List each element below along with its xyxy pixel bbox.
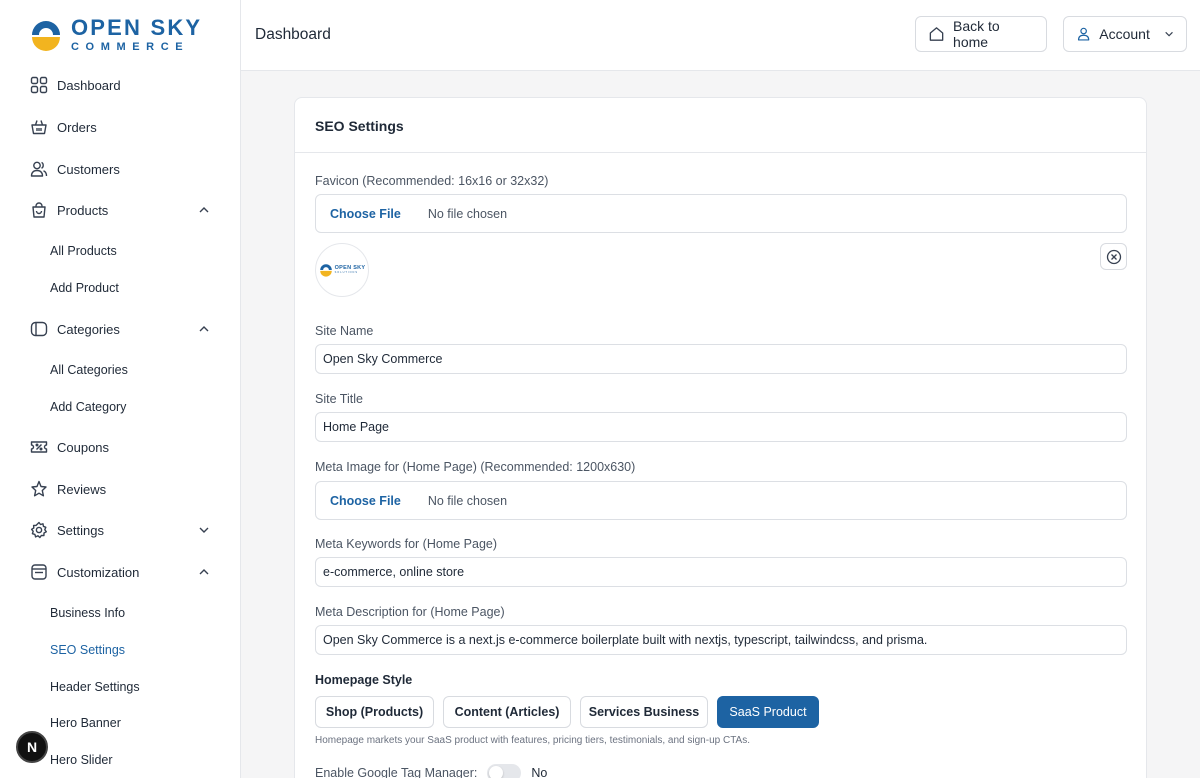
style-content-button[interactable]: Content (Articles) xyxy=(443,696,571,728)
sidebar-item-label: Dashboard xyxy=(57,77,121,93)
sidebar-subitem-header-settings[interactable]: Header Settings xyxy=(50,680,140,694)
sidebar-item-products[interactable]: Products xyxy=(29,196,214,224)
card-divider xyxy=(295,152,1146,153)
sidebar-item-categories[interactable]: Categories xyxy=(29,315,214,343)
coupon-icon xyxy=(29,437,49,457)
sidebar-item-label: Categories xyxy=(57,321,120,337)
seo-settings-card: SEO Settings Favicon (Recommended: 16x16… xyxy=(294,97,1147,778)
sidebar-subitem-seo-settings[interactable]: SEO Settings xyxy=(50,643,125,657)
sidebar: OPEN SKY COMMERCE Dashboard Orders Custo… xyxy=(0,0,241,778)
sidebar-item-customers[interactable]: Customers xyxy=(29,155,214,183)
style-helper-text: Homepage markets your SaaS product with … xyxy=(315,735,751,746)
nextjs-dev-badge[interactable]: N xyxy=(16,731,48,763)
sidebar-item-label: Settings xyxy=(57,522,104,538)
meta-image-file-input[interactable]: Choose File No file chosen xyxy=(315,481,1127,520)
shopping-bag-icon xyxy=(29,200,49,220)
remove-favicon-button[interactable] xyxy=(1100,243,1127,270)
top-header: Dashboard Back to home Account xyxy=(241,0,1200,71)
back-to-home-label: Back to home xyxy=(953,18,1000,50)
meta-description-label: Meta Description for (Home Page) xyxy=(315,605,505,619)
sidebar-subitem-hero-slider[interactable]: Hero Slider xyxy=(50,753,113,767)
site-title-input[interactable]: Home Page xyxy=(315,412,1127,442)
sidebar-item-settings[interactable]: Settings xyxy=(29,516,214,544)
sidebar-item-label: Orders xyxy=(57,119,97,135)
meta-keywords-input[interactable]: e-commerce, online store xyxy=(315,557,1127,587)
choose-file-button[interactable]: Choose File xyxy=(330,207,401,221)
page-title: Dashboard xyxy=(255,26,331,43)
meta-description-input[interactable]: Open Sky Commerce is a next.js e-commerc… xyxy=(315,625,1127,655)
grid-icon xyxy=(29,75,49,95)
sidebar-item-label: Customization xyxy=(57,564,140,580)
logo-mark-icon xyxy=(32,21,60,51)
gtm-state: No xyxy=(531,766,548,778)
site-title-label: Site Title xyxy=(315,392,363,406)
chevron-up-icon[interactable] xyxy=(198,204,210,216)
site-name-label: Site Name xyxy=(315,324,374,338)
favicon-preview: OPEN SKY SOLUTIONS xyxy=(315,243,369,297)
gtm-toggle[interactable] xyxy=(487,764,522,778)
sidebar-subitem-add-product[interactable]: Add Product xyxy=(50,281,119,295)
account-menu-button[interactable]: Account xyxy=(1063,16,1187,52)
choose-file-button[interactable]: Choose File xyxy=(330,494,401,508)
brand-subtitle: COMMERCE xyxy=(71,41,190,53)
chevron-up-icon[interactable] xyxy=(198,323,210,335)
tag-icon xyxy=(29,319,49,339)
brand-logo[interactable]: OPEN SKY COMMERCE xyxy=(29,17,202,53)
sidebar-subitem-add-category[interactable]: Add Category xyxy=(50,400,126,414)
sidebar-subitem-all-products[interactable]: All Products xyxy=(50,244,117,258)
sidebar-subitem-all-categories[interactable]: All Categories xyxy=(50,363,128,377)
sidebar-item-dashboard[interactable]: Dashboard xyxy=(29,71,214,99)
gear-icon xyxy=(29,520,49,540)
meta-keywords-label: Meta Keywords for (Home Page) xyxy=(315,537,498,551)
account-label: Account xyxy=(1099,26,1150,42)
sidebar-item-label: Customers xyxy=(57,161,120,177)
layout-icon xyxy=(29,562,49,582)
meta-image-label: Meta Image for (Home Page) (Recommended:… xyxy=(315,460,636,474)
sidebar-item-label: Products xyxy=(57,202,109,218)
card-title: SEO Settings xyxy=(315,118,404,134)
home-icon xyxy=(929,27,944,41)
star-badge-icon xyxy=(29,479,49,499)
users-icon xyxy=(29,159,49,179)
style-saas-button[interactable]: SaaS Product xyxy=(717,696,819,728)
file-status: No file chosen xyxy=(427,206,508,221)
favicon-logo-icon xyxy=(319,264,332,277)
preview-subtitle: SOLUTIONS xyxy=(334,270,359,274)
sidebar-item-label: Coupons xyxy=(57,439,110,455)
close-circle-icon xyxy=(1106,249,1121,264)
sidebar-item-reviews[interactable]: Reviews xyxy=(29,475,214,503)
user-icon xyxy=(1077,27,1090,41)
sidebar-item-coupons[interactable]: Coupons xyxy=(29,433,214,461)
file-status: No file chosen xyxy=(427,493,508,508)
sidebar-item-orders[interactable]: Orders xyxy=(29,113,214,141)
gtm-row: Enable Google Tag Manager: No xyxy=(315,764,547,778)
style-shop-button[interactable]: Shop (Products) xyxy=(315,696,434,728)
chevron-down-icon xyxy=(1165,31,1173,37)
favicon-label: Favicon (Recommended: 16x16 or 32x32) xyxy=(315,174,549,188)
basket-icon xyxy=(29,117,49,137)
favicon-file-input[interactable]: Choose File No file chosen xyxy=(315,194,1127,233)
brand-title: OPEN SKY xyxy=(71,15,203,40)
chevron-up-icon[interactable] xyxy=(198,566,210,578)
style-services-button[interactable]: Services Business xyxy=(580,696,708,728)
sidebar-subitem-business-info[interactable]: Business Info xyxy=(50,606,125,620)
gtm-label: Enable Google Tag Manager: xyxy=(315,766,478,778)
sidebar-item-label: Reviews xyxy=(57,481,107,497)
sidebar-item-customization[interactable]: Customization xyxy=(29,558,214,586)
homepage-style-label: Homepage Style xyxy=(315,673,413,687)
sidebar-subitem-hero-banner[interactable]: Hero Banner xyxy=(50,716,121,730)
back-to-home-button[interactable]: Back to home xyxy=(915,16,1047,52)
site-name-input[interactable]: Open Sky Commerce xyxy=(315,344,1127,374)
chevron-down-icon[interactable] xyxy=(198,524,210,536)
